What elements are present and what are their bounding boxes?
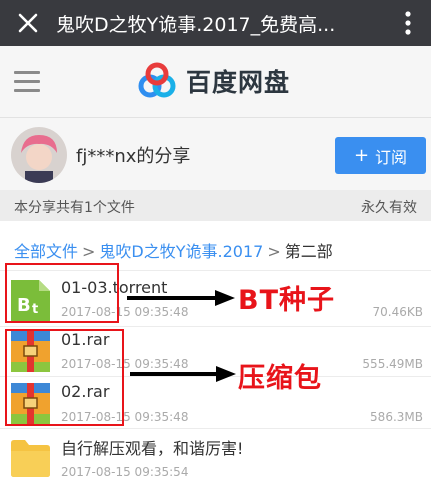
file-name: 自行解压观看，和谐厉害! bbox=[61, 439, 244, 458]
file-count: 本分享共有1个文件 bbox=[14, 200, 135, 216]
folder-icon bbox=[11, 439, 50, 480]
close-button[interactable] bbox=[0, 0, 56, 46]
plus-icon: + bbox=[353, 145, 370, 166]
breadcrumb-root[interactable]: 全部文件 bbox=[14, 242, 78, 261]
breadcrumb: 全部文件 > 鬼吹D之牧Y诡事.2017 > 第二部 bbox=[14, 238, 333, 262]
avatar[interactable] bbox=[11, 127, 67, 183]
baidu-netdisk-logo: 百度网盘 bbox=[136, 60, 290, 102]
breadcrumb-folder[interactable]: 鬼吹D之牧Y诡事.2017 bbox=[99, 242, 263, 261]
file-row[interactable]: 自行解压观看，和谐厉害! 2017-08-15 09:35:54 bbox=[0, 428, 431, 500]
subscribe-label: 订阅 bbox=[375, 147, 408, 167]
annotation-arrow bbox=[127, 290, 235, 306]
breadcrumb-current: 第二部 bbox=[284, 242, 333, 261]
validity: 永久有效 bbox=[361, 200, 417, 216]
more-button[interactable] bbox=[385, 0, 431, 46]
cloud-logo-icon bbox=[138, 62, 176, 98]
breadcrumb-separator: > bbox=[82, 242, 96, 261]
brand-name: 百度网盘 bbox=[186, 68, 291, 97]
subscribe-button[interactable]: + 订阅 bbox=[335, 137, 426, 174]
more-vertical-icon bbox=[405, 11, 411, 35]
breadcrumb-separator: > bbox=[267, 242, 281, 261]
brand-bar: 百度网盘 bbox=[0, 46, 431, 118]
file-date: 2017-08-15 09:35:54 bbox=[61, 465, 189, 479]
share-info-bar: 本分享共有1个文件 永久有效 bbox=[0, 190, 431, 221]
annotation-text-rar: 压缩包 bbox=[238, 363, 322, 394]
title-bar: 鬼吹D之牧Y诡事.2017_免费高... bbox=[0, 0, 431, 46]
annotation-box-rar bbox=[5, 329, 124, 426]
close-icon bbox=[18, 13, 38, 33]
share-header: fj***nx的分享 + 订阅 bbox=[0, 118, 431, 190]
file-size: 555.49MB bbox=[362, 357, 423, 371]
menu-icon[interactable] bbox=[14, 71, 40, 93]
annotation-text-bt: BT种子 bbox=[238, 285, 335, 316]
annotation-arrow bbox=[130, 366, 236, 382]
share-owner: fj***nx的分享 bbox=[76, 146, 191, 167]
file-size: 586.3MB bbox=[370, 410, 423, 424]
file-size: 70.46KB bbox=[372, 305, 423, 319]
annotation-box-bt bbox=[5, 263, 119, 323]
window-title: 鬼吹D之牧Y诡事.2017_免费高... bbox=[56, 13, 336, 36]
